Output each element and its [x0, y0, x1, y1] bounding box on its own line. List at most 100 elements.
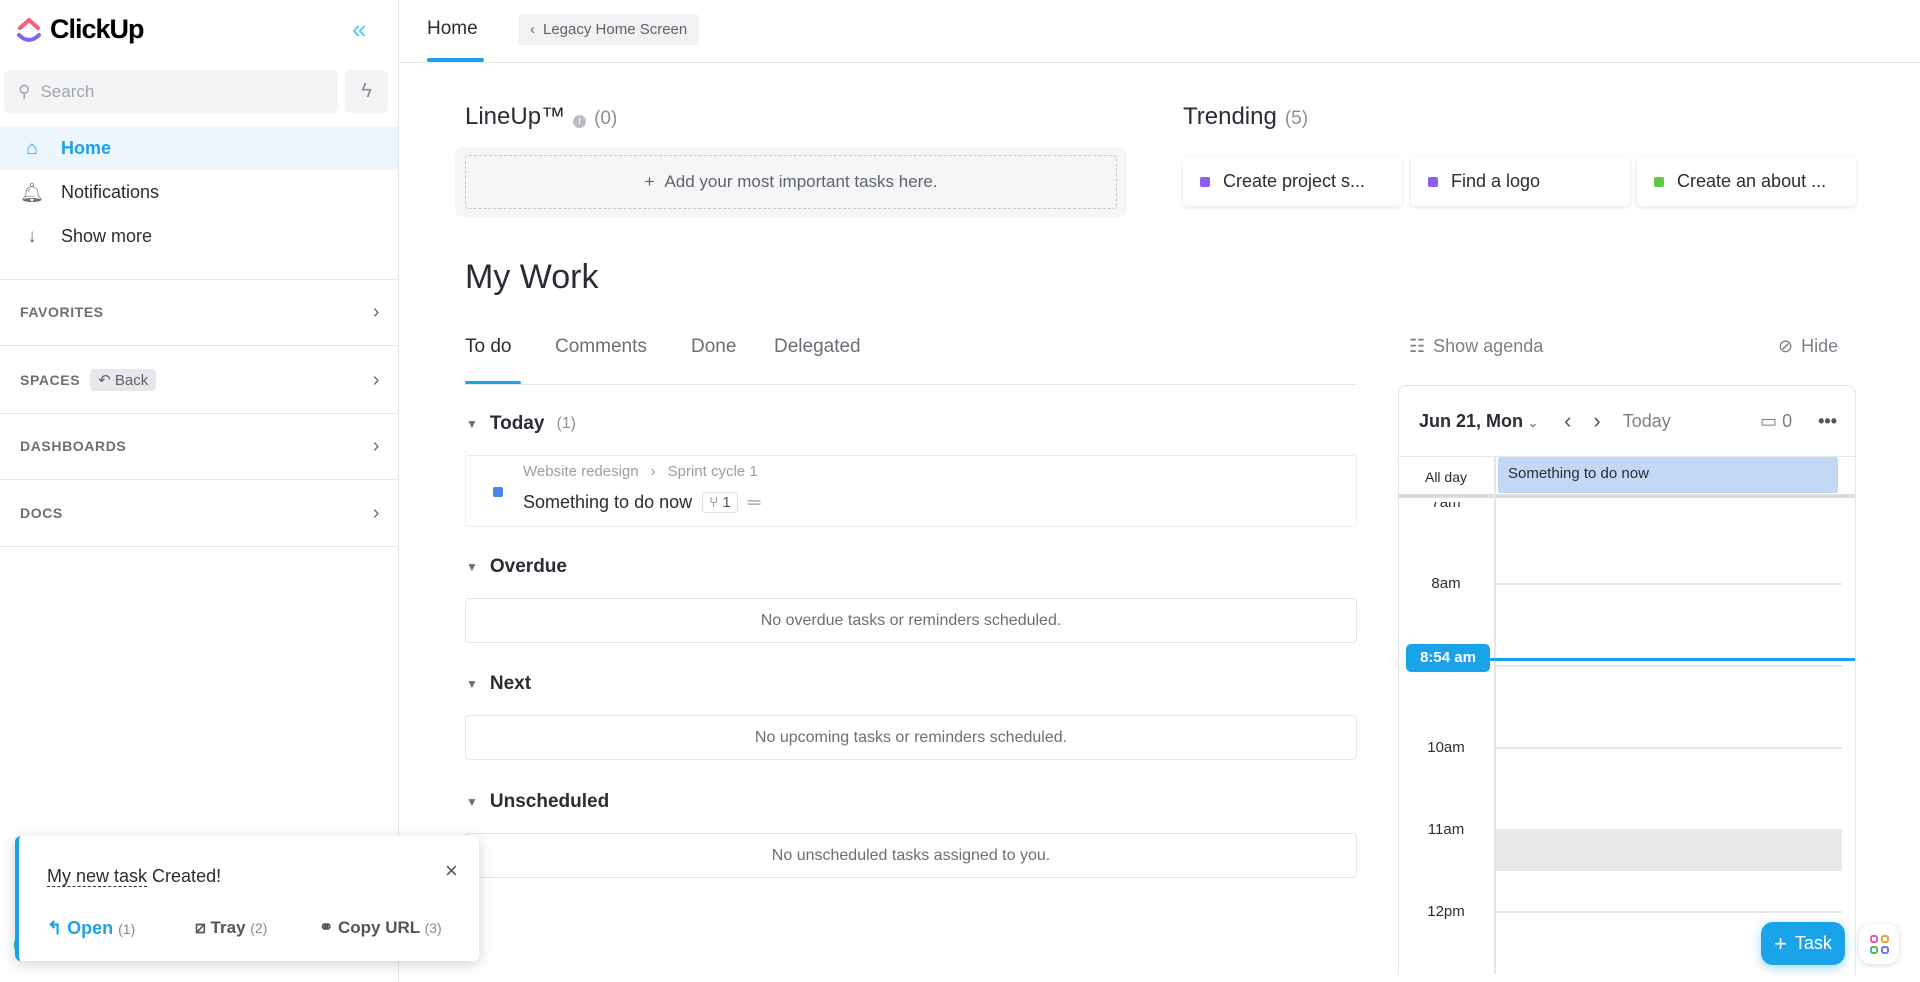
sidebar-section-dashboards[interactable]: DASHBOARDS ›	[20, 434, 380, 458]
trending-card[interactable]: Create an about ...	[1637, 157, 1856, 206]
home-icon: ⌂	[26, 137, 38, 159]
group-overdue[interactable]: ▼ Overdue	[466, 556, 567, 578]
group-unscheduled[interactable]: ▼ Unscheduled	[466, 791, 609, 813]
calendar-panel: Jun 21, Mon ⌄ ‹ › Today ▭ 0 ••• All day …	[1398, 385, 1856, 975]
apps-grid-icon[interactable]	[1859, 924, 1899, 964]
calendar-count[interactable]: ▭ 0	[1760, 411, 1792, 432]
group-today[interactable]: ▼ Today (1)	[466, 413, 576, 435]
sidebar-item-home[interactable]: ⌂ Home	[0, 127, 398, 170]
bell-icon: 🔔︎	[20, 182, 45, 204]
hover-slot[interactable]	[1496, 829, 1842, 871]
new-task-button[interactable]: + Task	[1761, 922, 1845, 965]
today-button[interactable]: Today	[1623, 411, 1671, 432]
trending-card[interactable]: Find a logo	[1411, 157, 1630, 206]
tab-to-do[interactable]: To do	[465, 336, 511, 358]
chevron-left-icon: ‹	[530, 21, 535, 38]
status-square	[1654, 176, 1664, 187]
next-day-button[interactable]: ›	[1593, 408, 1600, 434]
hour-label: 7am	[1431, 502, 1461, 511]
status-square	[1428, 176, 1438, 187]
hour-line	[1496, 665, 1842, 667]
prev-day-button[interactable]: ‹	[1564, 408, 1571, 434]
date-picker[interactable]: Jun 21, Mon ⌄	[1419, 411, 1538, 432]
lineup-title: LineUp™	[465, 103, 566, 130]
search-icon: ⚲	[18, 81, 31, 101]
spaces-back-button[interactable]: ↶ Back	[90, 369, 157, 391]
trending-card[interactable]: Create project s...	[1183, 157, 1402, 206]
calendar-event[interactable]: Something to do now	[1498, 457, 1838, 493]
task-name[interactable]: Something to do now	[523, 492, 692, 513]
task-row[interactable]: Website redesign › Sprint cycle 1 Somethin…	[465, 455, 1357, 527]
tab-done[interactable]: Done	[691, 336, 736, 358]
description-icon: ═	[747, 492, 761, 512]
toast-message: My new task Created!	[47, 866, 222, 887]
empty-state: No upcoming tasks or reminders scheduled…	[465, 715, 1357, 760]
sidebar-section-docs[interactable]: DOCS ›	[20, 501, 380, 525]
tray-icon: ⧄	[195, 918, 206, 937]
subtask-count-badge[interactable]: ⑂ 1	[702, 492, 738, 513]
chevron-right-icon: ›	[372, 368, 380, 391]
quick-actions-bolt-icon[interactable]: ϟ	[345, 70, 388, 113]
plus-icon: +	[644, 172, 655, 191]
sidebar-item-notifications[interactable]: 🔔︎ Notifications	[0, 171, 398, 214]
caret-down-icon: ▼	[466, 795, 478, 809]
hour-line	[1496, 747, 1842, 749]
hour-line	[1496, 583, 1842, 585]
trending-header: Trending (5)	[1183, 103, 1309, 130]
calendar-header: Jun 21, Mon ⌄ ‹ › Today ▭ 0 •••	[1399, 386, 1855, 456]
hour-label: 8am	[1431, 575, 1461, 592]
empty-state: No unscheduled tasks assigned to you.	[465, 833, 1357, 878]
divider	[0, 479, 398, 480]
top-bar: Home ‹ Legacy Home Screen	[400, 0, 1920, 63]
task-link[interactable]: My new task	[47, 866, 148, 887]
hide-calendar-button[interactable]: ⊘ Hide	[1778, 336, 1838, 357]
sidebar: ClickUp « ⚲ Search ϟ ⌂ Home 🔔︎ Notificatio…	[0, 0, 399, 982]
open-arrow-icon: ↰	[47, 918, 63, 938]
plus-icon: +	[1774, 930, 1787, 956]
empty-state: No overdue tasks or reminders scheduled.	[465, 598, 1357, 643]
my-work-title: My Work	[465, 258, 599, 296]
divider	[0, 546, 398, 547]
tab-home[interactable]: Home	[427, 18, 478, 40]
chevron-right-icon: ›	[372, 434, 380, 457]
time-column-divider	[1494, 456, 1496, 974]
caret-down-icon: ▼	[466, 677, 478, 691]
sidebar-section-spaces[interactable]: SPACES ↶ Back ›	[20, 366, 380, 394]
info-icon[interactable]: i	[573, 115, 587, 128]
hour-label: 10am	[1427, 739, 1465, 756]
sidebar-section-favorites[interactable]: FAVORITES ›	[20, 300, 380, 324]
sidebar-item-show-more[interactable]: ↓ Show more	[0, 215, 398, 258]
calendar-icon: ▭	[1760, 410, 1778, 431]
subtask-icon: ⑂	[709, 494, 719, 511]
tab-comments[interactable]: Comments	[555, 336, 647, 358]
lineup-header: LineUp™ i (0)	[465, 103, 618, 130]
toast-copy-url-button[interactable]: ⚭ Copy URL (3)	[319, 918, 442, 938]
toast-tray-button[interactable]: ⧄ Tray (2)	[195, 918, 267, 938]
chevron-right-icon: ›	[372, 501, 380, 524]
chevron-right-icon: ›	[372, 300, 380, 323]
eye-off-icon: ⊘	[1778, 336, 1794, 356]
trending-title: Trending	[1183, 103, 1277, 130]
all-day-label: All day	[1424, 469, 1468, 485]
status-square	[493, 487, 503, 497]
status-square	[1200, 176, 1210, 187]
close-icon[interactable]: ×	[445, 858, 458, 884]
toast-open-button[interactable]: ↰ Open (1)	[47, 918, 135, 939]
arrow-down-icon: ↓	[27, 225, 37, 247]
hour-line	[1496, 911, 1842, 913]
search-input[interactable]: ⚲ Search	[4, 70, 338, 113]
divider	[0, 345, 398, 346]
divider	[0, 279, 398, 280]
active-tab-indicator	[465, 381, 521, 384]
clickup-logo[interactable]: ClickUp	[14, 14, 145, 45]
group-next[interactable]: ▼ Next	[466, 673, 531, 695]
legacy-home-button[interactable]: ‹ Legacy Home Screen	[518, 14, 700, 45]
hour-label: 12pm	[1427, 903, 1465, 920]
tab-delegated[interactable]: Delegated	[774, 336, 861, 358]
more-options-icon[interactable]: •••	[1818, 411, 1837, 432]
lineup-dropzone[interactable]: + Add your most important tasks here.	[455, 147, 1127, 217]
caret-down-icon: ▼	[466, 560, 478, 574]
collapse-sidebar-icon[interactable]: «	[352, 14, 366, 45]
clickup-logo-icon	[17, 16, 41, 42]
show-agenda-button[interactable]: ☷ Show agenda	[1409, 336, 1543, 357]
